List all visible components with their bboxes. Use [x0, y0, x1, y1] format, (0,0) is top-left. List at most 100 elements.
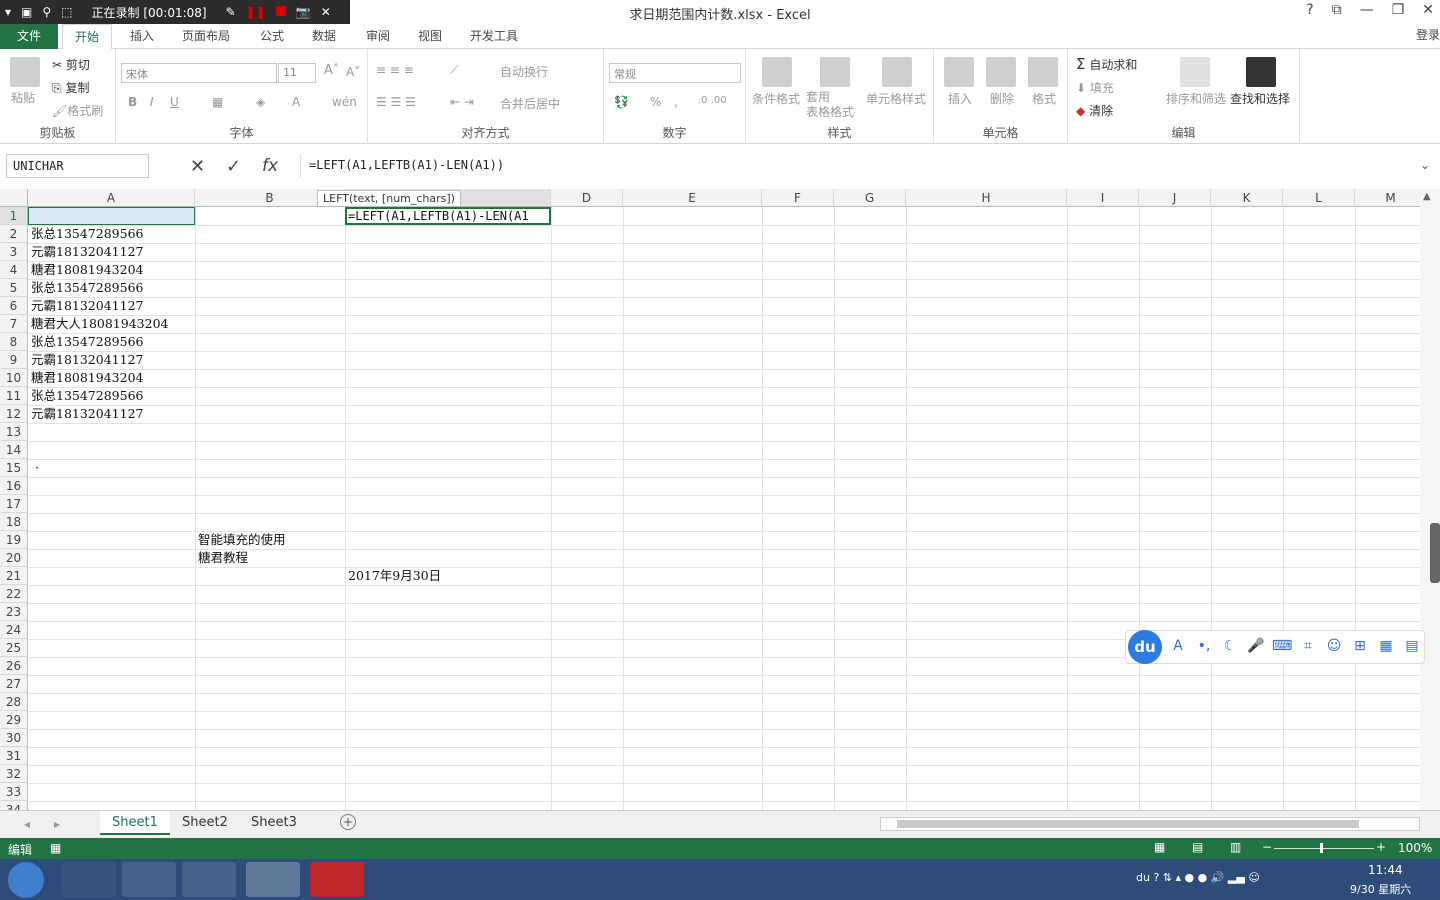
region-icon[interactable]: ⬚: [61, 5, 72, 19]
column-header[interactable]: G: [834, 189, 906, 207]
tab-file[interactable]: 文件: [0, 24, 58, 49]
conditional-format-button[interactable]: 条件格式: [752, 90, 800, 107]
crop-icon[interactable]: ⌗: [1298, 638, 1318, 656]
add-sheet-icon[interactable]: +: [340, 814, 356, 830]
row-header[interactable]: 10: [0, 369, 28, 387]
stop-icon[interactable]: [275, 5, 286, 19]
merge-center-button[interactable]: 合并后居中: [500, 95, 560, 112]
cell-a4[interactable]: 糖君18081943204: [28, 261, 143, 279]
sheet-tab-3[interactable]: Sheet3: [239, 811, 309, 835]
row-header[interactable]: 29: [0, 711, 28, 729]
row-header[interactable]: 6: [0, 297, 28, 315]
currency-icon[interactable]: 💱: [614, 95, 629, 109]
ime-toolbar[interactable]: du A •, ☾ 🎤 ⌨ ⌗ ☺ ⊞ ▦ ▤: [1125, 630, 1425, 664]
border-icon[interactable]: ▦: [212, 95, 223, 109]
pause-icon[interactable]: ❚❚: [246, 5, 266, 19]
cell-a2[interactable]: 张总13547289566: [28, 225, 143, 243]
tab-data[interactable]: 数据: [300, 24, 348, 49]
pen-icon[interactable]: ✎: [226, 5, 236, 19]
row-header[interactable]: 14: [0, 441, 28, 459]
expand-formula-icon[interactable]: ⌄: [1420, 158, 1430, 172]
delete-cells-button[interactable]: 删除: [990, 90, 1014, 107]
comma-button[interactable]: ,: [674, 95, 678, 109]
indent-icon[interactable]: ⇤ ⇥: [450, 95, 474, 109]
font-name-select[interactable]: 宋体: [121, 63, 277, 83]
note-icon[interactable]: ▤: [1402, 638, 1422, 656]
zoom-slider[interactable]: [1274, 848, 1374, 849]
italic-button[interactable]: I: [150, 95, 154, 109]
font-icon[interactable]: A: [1168, 638, 1188, 656]
row-header[interactable]: 7: [0, 315, 28, 333]
camera-icon[interactable]: 📷: [296, 5, 311, 19]
zoom-level[interactable]: 100%: [1398, 841, 1432, 855]
row-header[interactable]: 26: [0, 657, 28, 675]
clock-time[interactable]: 11:44: [1368, 863, 1403, 877]
font-color-icon[interactable]: A: [292, 95, 300, 109]
bold-button[interactable]: B: [128, 95, 137, 109]
find-select-button[interactable]: 查找和选择: [1230, 90, 1290, 107]
vertical-scrollbar[interactable]: ▲: [1420, 189, 1440, 810]
column-header[interactable]: D: [551, 189, 623, 207]
font-size-select[interactable]: 11: [278, 63, 316, 83]
browser-icon[interactable]: [62, 862, 116, 897]
cell-a7[interactable]: 糖君大人18081943204: [28, 315, 168, 333]
row-header[interactable]: 28: [0, 693, 28, 711]
binoculars-icon[interactable]: [1246, 57, 1276, 87]
column-header[interactable]: E: [623, 189, 762, 207]
column-header[interactable]: L: [1283, 189, 1355, 207]
name-box[interactable]: UNICHAR: [6, 154, 149, 178]
formula-input[interactable]: =LEFT(A1,LEFTB(A1)-LEN(A1)): [300, 154, 1420, 178]
table-format-icon[interactable]: [820, 57, 850, 87]
column-header[interactable]: A: [28, 189, 195, 207]
cell-a11[interactable]: 张总13547289566: [28, 387, 143, 405]
baidu-ime-logo[interactable]: du: [1128, 630, 1162, 664]
selected-cell-a1[interactable]: [28, 207, 195, 225]
row-header[interactable]: 24: [0, 621, 28, 639]
row-header[interactable]: 5: [0, 279, 28, 297]
column-header[interactable]: K: [1211, 189, 1283, 207]
row-header[interactable]: 34: [0, 801, 28, 810]
close-button[interactable]: ✕: [1422, 2, 1434, 18]
row-header[interactable]: 18: [0, 513, 28, 531]
grow-font-icon[interactable]: A˄: [324, 63, 339, 78]
zoom-in-icon[interactable]: +: [1376, 840, 1386, 854]
moon-icon[interactable]: ☾: [1220, 638, 1240, 656]
minimize-button[interactable]: —: [1360, 2, 1374, 18]
insert-cells-icon[interactable]: [944, 57, 974, 87]
cell-style-button[interactable]: 单元格样式: [866, 90, 926, 107]
horizontal-scrollbar[interactable]: [880, 817, 1420, 831]
sort-filter-icon[interactable]: [1180, 57, 1210, 87]
help-button[interactable]: ?: [1306, 2, 1313, 18]
row-header[interactable]: 23: [0, 603, 28, 621]
align-top-icon[interactable]: ≡ ≡ ≡: [376, 63, 414, 77]
fill-color-icon[interactable]: ◈: [256, 95, 265, 109]
cell-a15[interactable]: ·: [32, 459, 39, 477]
conditional-format-icon[interactable]: [762, 57, 792, 87]
cell-a12[interactable]: 元霸18132041127: [28, 405, 143, 423]
underline-button[interactable]: U: [170, 95, 179, 109]
row-header[interactable]: 32: [0, 765, 28, 783]
table-format-button[interactable]: 套用 表格格式: [806, 90, 854, 120]
user-icon[interactable]: ☺: [1324, 638, 1344, 656]
number-format-select[interactable]: 常规: [609, 63, 741, 83]
shrink-font-icon[interactable]: A˅: [346, 65, 360, 79]
cell-c21[interactable]: 2017年9月30日: [345, 567, 441, 585]
row-header[interactable]: 9: [0, 351, 28, 369]
row-header[interactable]: 21: [0, 567, 28, 585]
row-header[interactable]: 33: [0, 783, 28, 801]
row-header[interactable]: 15: [0, 459, 28, 477]
excel-active-icon[interactable]: [246, 862, 300, 897]
copy-button[interactable]: ⎘ 复制: [52, 79, 89, 96]
cell-b19[interactable]: 智能填充的使用: [195, 531, 286, 549]
format-painter-button[interactable]: 🖌格式刷: [52, 102, 103, 119]
tab-page-layout[interactable]: 页面布局: [170, 24, 242, 49]
login-link[interactable]: 登录: [1416, 26, 1440, 43]
cancel-button[interactable]: ✕: [190, 156, 205, 177]
row-header[interactable]: 25: [0, 639, 28, 657]
sheet-tab-2[interactable]: Sheet2: [170, 811, 240, 835]
wrap-text-button[interactable]: 自动换行: [500, 63, 548, 80]
row-header[interactable]: 2: [0, 225, 28, 243]
zoom-thumb[interactable]: [1320, 843, 1323, 853]
scroll-thumb[interactable]: [1430, 523, 1440, 583]
cell-a5[interactable]: 张总13547289566: [28, 279, 143, 297]
